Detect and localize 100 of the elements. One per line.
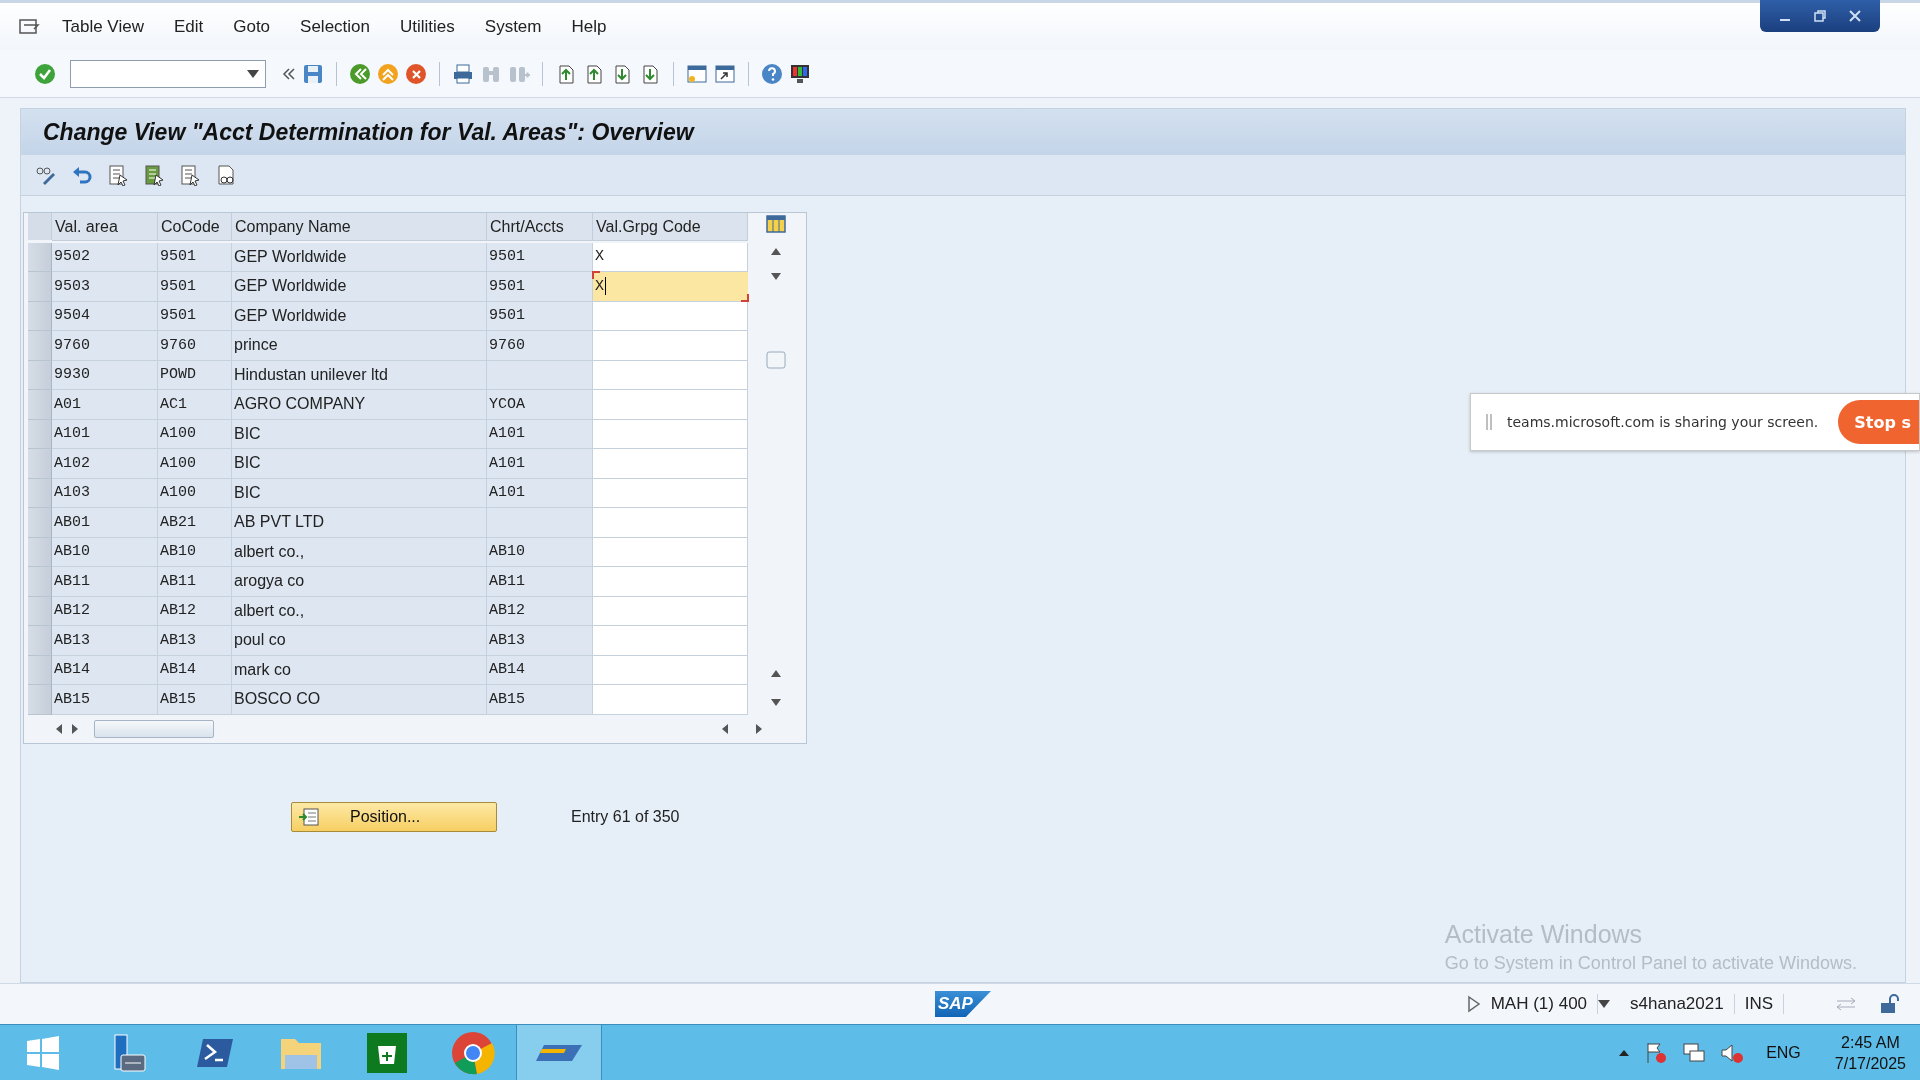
lock-icon[interactable] bbox=[1878, 993, 1900, 1015]
scroll-right-icon[interactable] bbox=[754, 722, 764, 735]
table-cell: mark co bbox=[232, 655, 487, 685]
table-cell: AC1 bbox=[158, 390, 232, 420]
flag-icon[interactable] bbox=[1644, 1040, 1669, 1065]
scroll-up-icon[interactable] bbox=[770, 668, 782, 679]
scroll-thumb[interactable] bbox=[766, 351, 786, 369]
input-field[interactable] bbox=[593, 626, 748, 656]
input-field[interactable] bbox=[593, 449, 748, 479]
table-cell: AB15 bbox=[52, 685, 158, 715]
undo-icon[interactable] bbox=[71, 164, 93, 186]
dropdown-icon[interactable] bbox=[1598, 1000, 1611, 1008]
close-icon[interactable] bbox=[1846, 8, 1863, 24]
play-icon[interactable] bbox=[1466, 995, 1481, 1013]
menu-item[interactable]: Selection bbox=[300, 16, 370, 37]
column-header[interactable]: Val. area bbox=[52, 213, 158, 241]
position-icon bbox=[298, 806, 320, 827]
table-cell: AB14 bbox=[158, 655, 232, 685]
shortcut-icon[interactable] bbox=[714, 62, 736, 85]
document-select-icon[interactable] bbox=[107, 164, 129, 186]
menu-item[interactable]: Help bbox=[571, 16, 607, 37]
language-indicator[interactable]: ENG bbox=[1766, 1043, 1801, 1062]
entry-counter: Entry 61 of 350 bbox=[571, 807, 680, 826]
column-header[interactable]: CoCode bbox=[158, 213, 232, 241]
clock[interactable]: 2:45 AM 7/17/2025 bbox=[1834, 1031, 1906, 1074]
table-cell: AB14 bbox=[52, 655, 158, 685]
windows-logo-icon bbox=[25, 1034, 61, 1071]
document-select-icon[interactable] bbox=[179, 164, 201, 186]
network-icon[interactable] bbox=[1682, 1040, 1707, 1065]
scroll-thumb[interactable] bbox=[94, 719, 214, 738]
scroll-up-icon[interactable] bbox=[770, 247, 782, 257]
menu-item[interactable]: Edit bbox=[173, 16, 204, 37]
input-field[interactable] bbox=[593, 419, 748, 449]
column-header[interactable]: Chrt/Accts bbox=[487, 213, 593, 241]
input-field[interactable]: X bbox=[593, 272, 748, 302]
save-icon[interactable] bbox=[302, 62, 324, 85]
text-cursor bbox=[605, 277, 606, 296]
check-icon[interactable] bbox=[34, 62, 56, 85]
scroll-left-icon[interactable] bbox=[54, 722, 64, 735]
table-cell: poul co bbox=[232, 626, 487, 656]
system-info[interactable]: MAH (1) 400 bbox=[1480, 994, 1599, 1014]
input-field[interactable] bbox=[593, 478, 748, 508]
table-cell: A100 bbox=[158, 419, 232, 449]
sharing-message: teams.microsoft.com is sharing your screen. bbox=[1507, 414, 1819, 430]
taskbar-app[interactable] bbox=[516, 1025, 602, 1080]
dropdown-icon[interactable] bbox=[247, 69, 259, 78]
drag-handle-icon bbox=[1485, 413, 1493, 431]
menu-item[interactable]: Utilities bbox=[400, 16, 455, 37]
double-chevron-icon[interactable] bbox=[282, 66, 296, 81]
menu-item[interactable]: Goto bbox=[233, 16, 271, 37]
table-cell: BIC bbox=[232, 478, 487, 508]
table-cell: 9503 bbox=[52, 272, 158, 302]
input-field[interactable] bbox=[593, 655, 748, 685]
command-field[interactable] bbox=[70, 59, 266, 88]
scroll-right-icon[interactable] bbox=[70, 722, 80, 735]
input-field[interactable] bbox=[593, 301, 748, 331]
column-header[interactable]: Val.Grpg Code bbox=[593, 213, 748, 241]
document-select-icon[interactable] bbox=[143, 164, 165, 186]
print-icon[interactable] bbox=[452, 62, 474, 85]
input-field[interactable] bbox=[593, 508, 748, 538]
menu-icon[interactable] bbox=[18, 16, 42, 37]
document-glasses-icon[interactable] bbox=[215, 164, 237, 186]
input-field[interactable] bbox=[593, 360, 748, 390]
input-field[interactable] bbox=[593, 390, 748, 420]
position-button[interactable]: Position... bbox=[291, 801, 497, 832]
table-cell: AB11 bbox=[52, 567, 158, 597]
input-field[interactable]: X bbox=[593, 242, 748, 272]
row-selector[interactable] bbox=[28, 242, 52, 272]
table-cell: A100 bbox=[158, 478, 232, 508]
table-cell: AB10 bbox=[52, 537, 158, 567]
scroll-left-icon[interactable] bbox=[720, 722, 730, 735]
new-window-icon[interactable] bbox=[686, 62, 708, 85]
back-icon[interactable] bbox=[349, 62, 371, 85]
table-cell: Hindustan unilever ltd bbox=[232, 360, 487, 390]
scroll-down-icon[interactable] bbox=[770, 271, 782, 281]
menu-item[interactable]: System bbox=[484, 16, 542, 37]
table-cell: AB14 bbox=[487, 655, 593, 685]
screen-title: Change View "Acct Determination for Val. Areas": Overview bbox=[43, 118, 694, 146]
table-cell: A101 bbox=[487, 478, 593, 508]
input-field[interactable] bbox=[593, 685, 748, 715]
cancel-icon[interactable] bbox=[405, 62, 427, 85]
table-cell: AB12 bbox=[52, 596, 158, 626]
column-header[interactable]: Company Name bbox=[232, 213, 487, 241]
table-settings-icon[interactable] bbox=[765, 213, 787, 235]
input-field[interactable] bbox=[593, 596, 748, 626]
scroll-down-icon[interactable] bbox=[770, 696, 782, 707]
table-cell: 9502 bbox=[52, 242, 158, 272]
restore-icon[interactable] bbox=[1812, 8, 1828, 24]
monitor-icon[interactable] bbox=[789, 62, 811, 85]
table-cell: AB11 bbox=[487, 567, 593, 597]
input-field[interactable] bbox=[593, 537, 748, 567]
table-cell: GEP Worldwide bbox=[232, 242, 487, 272]
exit-icon[interactable] bbox=[377, 62, 399, 85]
glasses-pencil-icon[interactable] bbox=[35, 164, 57, 186]
input-field[interactable] bbox=[593, 567, 748, 597]
table-cell: 9501 bbox=[487, 272, 593, 302]
menu-item[interactable]: Table View bbox=[62, 16, 144, 37]
table-cell: 9930 bbox=[52, 360, 158, 390]
input-field[interactable] bbox=[593, 331, 748, 361]
help-icon[interactable] bbox=[761, 62, 783, 85]
